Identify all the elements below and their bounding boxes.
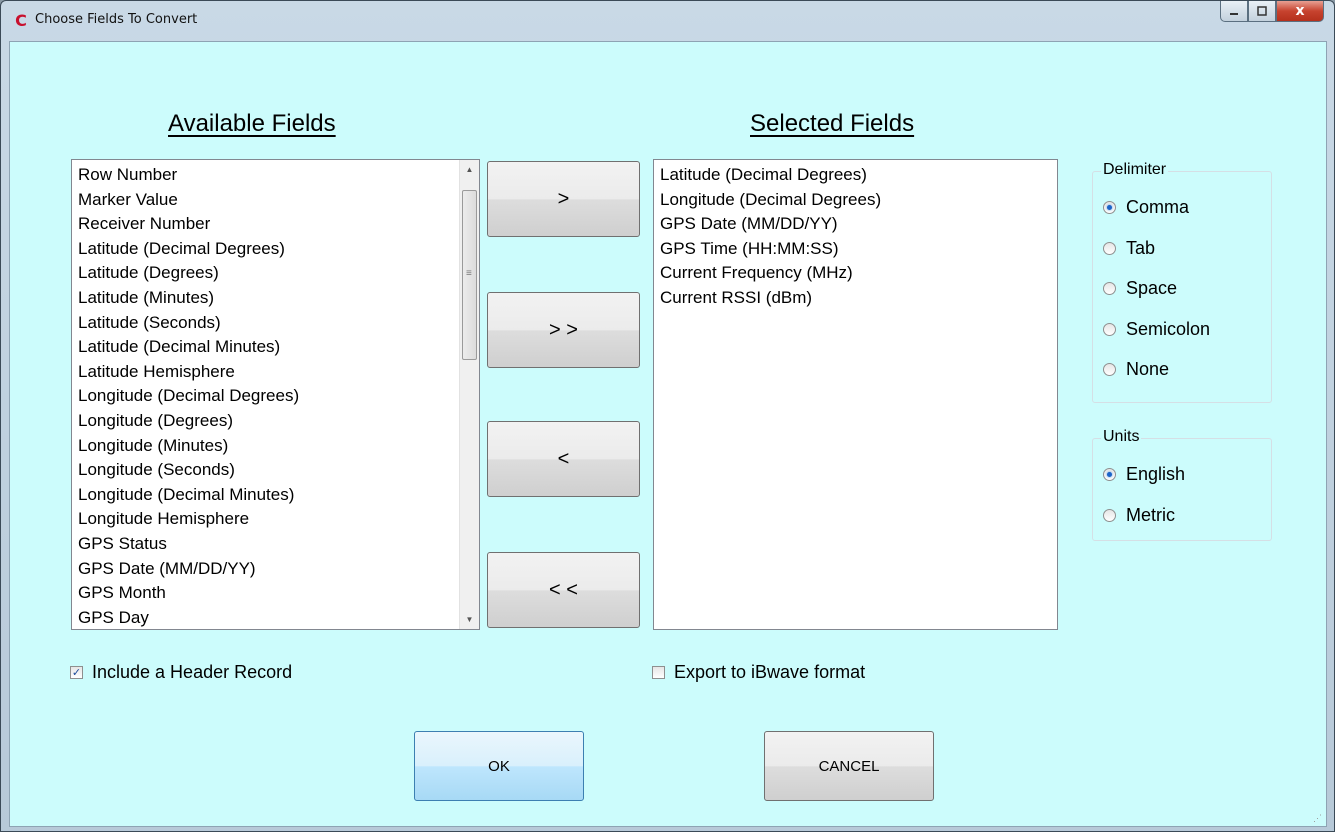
- available-list-scrollbar[interactable]: ▲ ≡ ▼: [459, 160, 479, 629]
- list-item[interactable]: Receiver Number: [72, 212, 479, 237]
- list-item[interactable]: Latitude (Decimal Degrees): [72, 237, 479, 262]
- minimize-icon: [1230, 13, 1238, 15]
- available-fields-heading: Available Fields: [168, 110, 336, 137]
- include-header-label: Include a Header Record: [92, 662, 293, 682]
- list-item[interactable]: Longitude (Decimal Degrees): [72, 384, 479, 409]
- list-item[interactable]: GPS Month: [72, 581, 479, 606]
- list-item[interactable]: Latitude (Degrees): [72, 261, 479, 286]
- list-item[interactable]: Latitude (Decimal Minutes): [72, 335, 479, 360]
- list-item[interactable]: Longitude Hemisphere: [72, 507, 479, 532]
- radio-option-tab[interactable]: Tab: [1103, 238, 1155, 259]
- close-button[interactable]: x: [1276, 1, 1324, 22]
- radio-label: English: [1126, 464, 1186, 484]
- radio-button-icon[interactable]: [1103, 282, 1116, 295]
- available-items: Row Number Marker Value Receiver Number Lat…: [72, 160, 479, 629]
- selected-fields-heading: Selected Fields: [750, 110, 915, 137]
- selected-items: Latitude (Decimal Degrees) Longitude (Dec…: [654, 160, 1057, 311]
- list-item[interactable]: Longitude (Degrees): [72, 409, 479, 434]
- add-field-button[interactable]: >: [487, 161, 640, 237]
- list-item[interactable]: GPS Status: [72, 532, 479, 557]
- caption-buttons: x: [1220, 1, 1324, 23]
- list-item[interactable]: GPS Date (MM/DD/YY): [654, 212, 1057, 237]
- radio-button-icon[interactable]: [1103, 468, 1116, 481]
- list-item[interactable]: Latitude (Decimal Degrees): [654, 163, 1057, 188]
- selected-fields-list[interactable]: Latitude (Decimal Degrees) Longitude (Dec…: [653, 159, 1058, 630]
- add-all-fields-button[interactable]: > >: [487, 292, 640, 368]
- maximize-button[interactable]: [1248, 1, 1276, 22]
- dialog-client-area: Available Fields Row Number Marker Value R…: [9, 41, 1327, 827]
- list-item[interactable]: Longitude (Seconds): [72, 458, 479, 483]
- radio-option-semicolon[interactable]: Semicolon: [1103, 319, 1210, 340]
- scroll-up-arrow-icon[interactable]: ▲: [460, 160, 479, 179]
- radio-option-comma[interactable]: Comma: [1103, 197, 1189, 218]
- scrollbar-thumb[interactable]: ≡: [462, 190, 477, 360]
- list-item[interactable]: Latitude (Seconds): [72, 311, 479, 336]
- app-logo-icon: C: [15, 11, 27, 30]
- radio-button-icon[interactable]: [1103, 241, 1116, 255]
- radio-option-space[interactable]: Space: [1103, 278, 1177, 299]
- radio-label: Comma: [1126, 197, 1190, 217]
- export-ibwave-label: Export to iBwave format: [674, 662, 866, 682]
- checkbox-box[interactable]: [652, 666, 665, 679]
- list-item[interactable]: Longitude (Decimal Minutes): [72, 483, 479, 508]
- minimize-button[interactable]: [1220, 1, 1248, 22]
- scroll-down-arrow-icon[interactable]: ▼: [460, 610, 479, 629]
- radio-option-english[interactable]: English: [1103, 464, 1185, 485]
- list-item[interactable]: Current RSSI (dBm): [654, 286, 1057, 311]
- list-item[interactable]: Row Number: [72, 163, 479, 188]
- radio-label: Metric: [1126, 504, 1175, 525]
- units-group: Units English Metric: [1092, 428, 1272, 541]
- radio-button-icon[interactable]: [1103, 322, 1116, 336]
- export-ibwave-checkbox[interactable]: Export to iBwave format: [652, 662, 865, 683]
- list-item[interactable]: GPS Time (HH:MM:SS): [654, 237, 1057, 262]
- available-fields-list[interactable]: Row Number Marker Value Receiver Number Lat…: [71, 159, 480, 630]
- radio-button-icon[interactable]: [1103, 363, 1116, 376]
- radio-option-none[interactable]: None: [1103, 359, 1169, 380]
- resize-grip-icon[interactable]: ⋰: [1313, 813, 1322, 824]
- list-item[interactable]: GPS Date (MM/DD/YY): [72, 557, 479, 582]
- maximize-icon: [1257, 6, 1267, 16]
- ok-button[interactable]: OK: [414, 731, 584, 801]
- include-header-checkbox[interactable]: ✓ Include a Header Record: [70, 662, 292, 683]
- close-icon: x: [1295, 3, 1305, 19]
- checkbox-box[interactable]: ✓: [70, 666, 83, 679]
- dialog-window: C Choose Fields To Convert x Available F…: [0, 0, 1335, 832]
- list-item[interactable]: Longitude (Decimal Degrees): [654, 188, 1057, 213]
- radio-label: Semicolon: [1126, 318, 1211, 339]
- window-title: Choose Fields To Convert: [35, 12, 198, 27]
- cancel-button[interactable]: CANCEL: [764, 731, 934, 801]
- remove-all-fields-button[interactable]: < <: [487, 552, 640, 628]
- radio-button-icon[interactable]: [1103, 508, 1116, 522]
- delimiter-label: Delimiter: [1101, 161, 1169, 179]
- delimiter-group: Delimiter Comma Tab Space Semicolon None: [1092, 161, 1272, 403]
- list-item[interactable]: Marker Value: [72, 188, 479, 213]
- list-item[interactable]: Latitude (Minutes): [72, 286, 479, 311]
- radio-label: None: [1126, 359, 1170, 379]
- list-item[interactable]: Latitude Hemisphere: [72, 360, 479, 385]
- grip-icon: ≡: [466, 268, 472, 280]
- units-label: Units: [1101, 428, 1142, 446]
- remove-field-button[interactable]: <: [487, 421, 640, 497]
- radio-label: Tab: [1126, 237, 1156, 258]
- title-bar[interactable]: C Choose Fields To Convert x: [1, 1, 1334, 41]
- list-item[interactable]: GPS Day: [72, 606, 479, 629]
- radio-option-metric[interactable]: Metric: [1103, 505, 1175, 526]
- list-item[interactable]: Longitude (Minutes): [72, 434, 479, 459]
- list-item[interactable]: Current Frequency (MHz): [654, 261, 1057, 286]
- radio-button-icon[interactable]: [1103, 201, 1116, 214]
- radio-label: Space: [1126, 278, 1178, 298]
